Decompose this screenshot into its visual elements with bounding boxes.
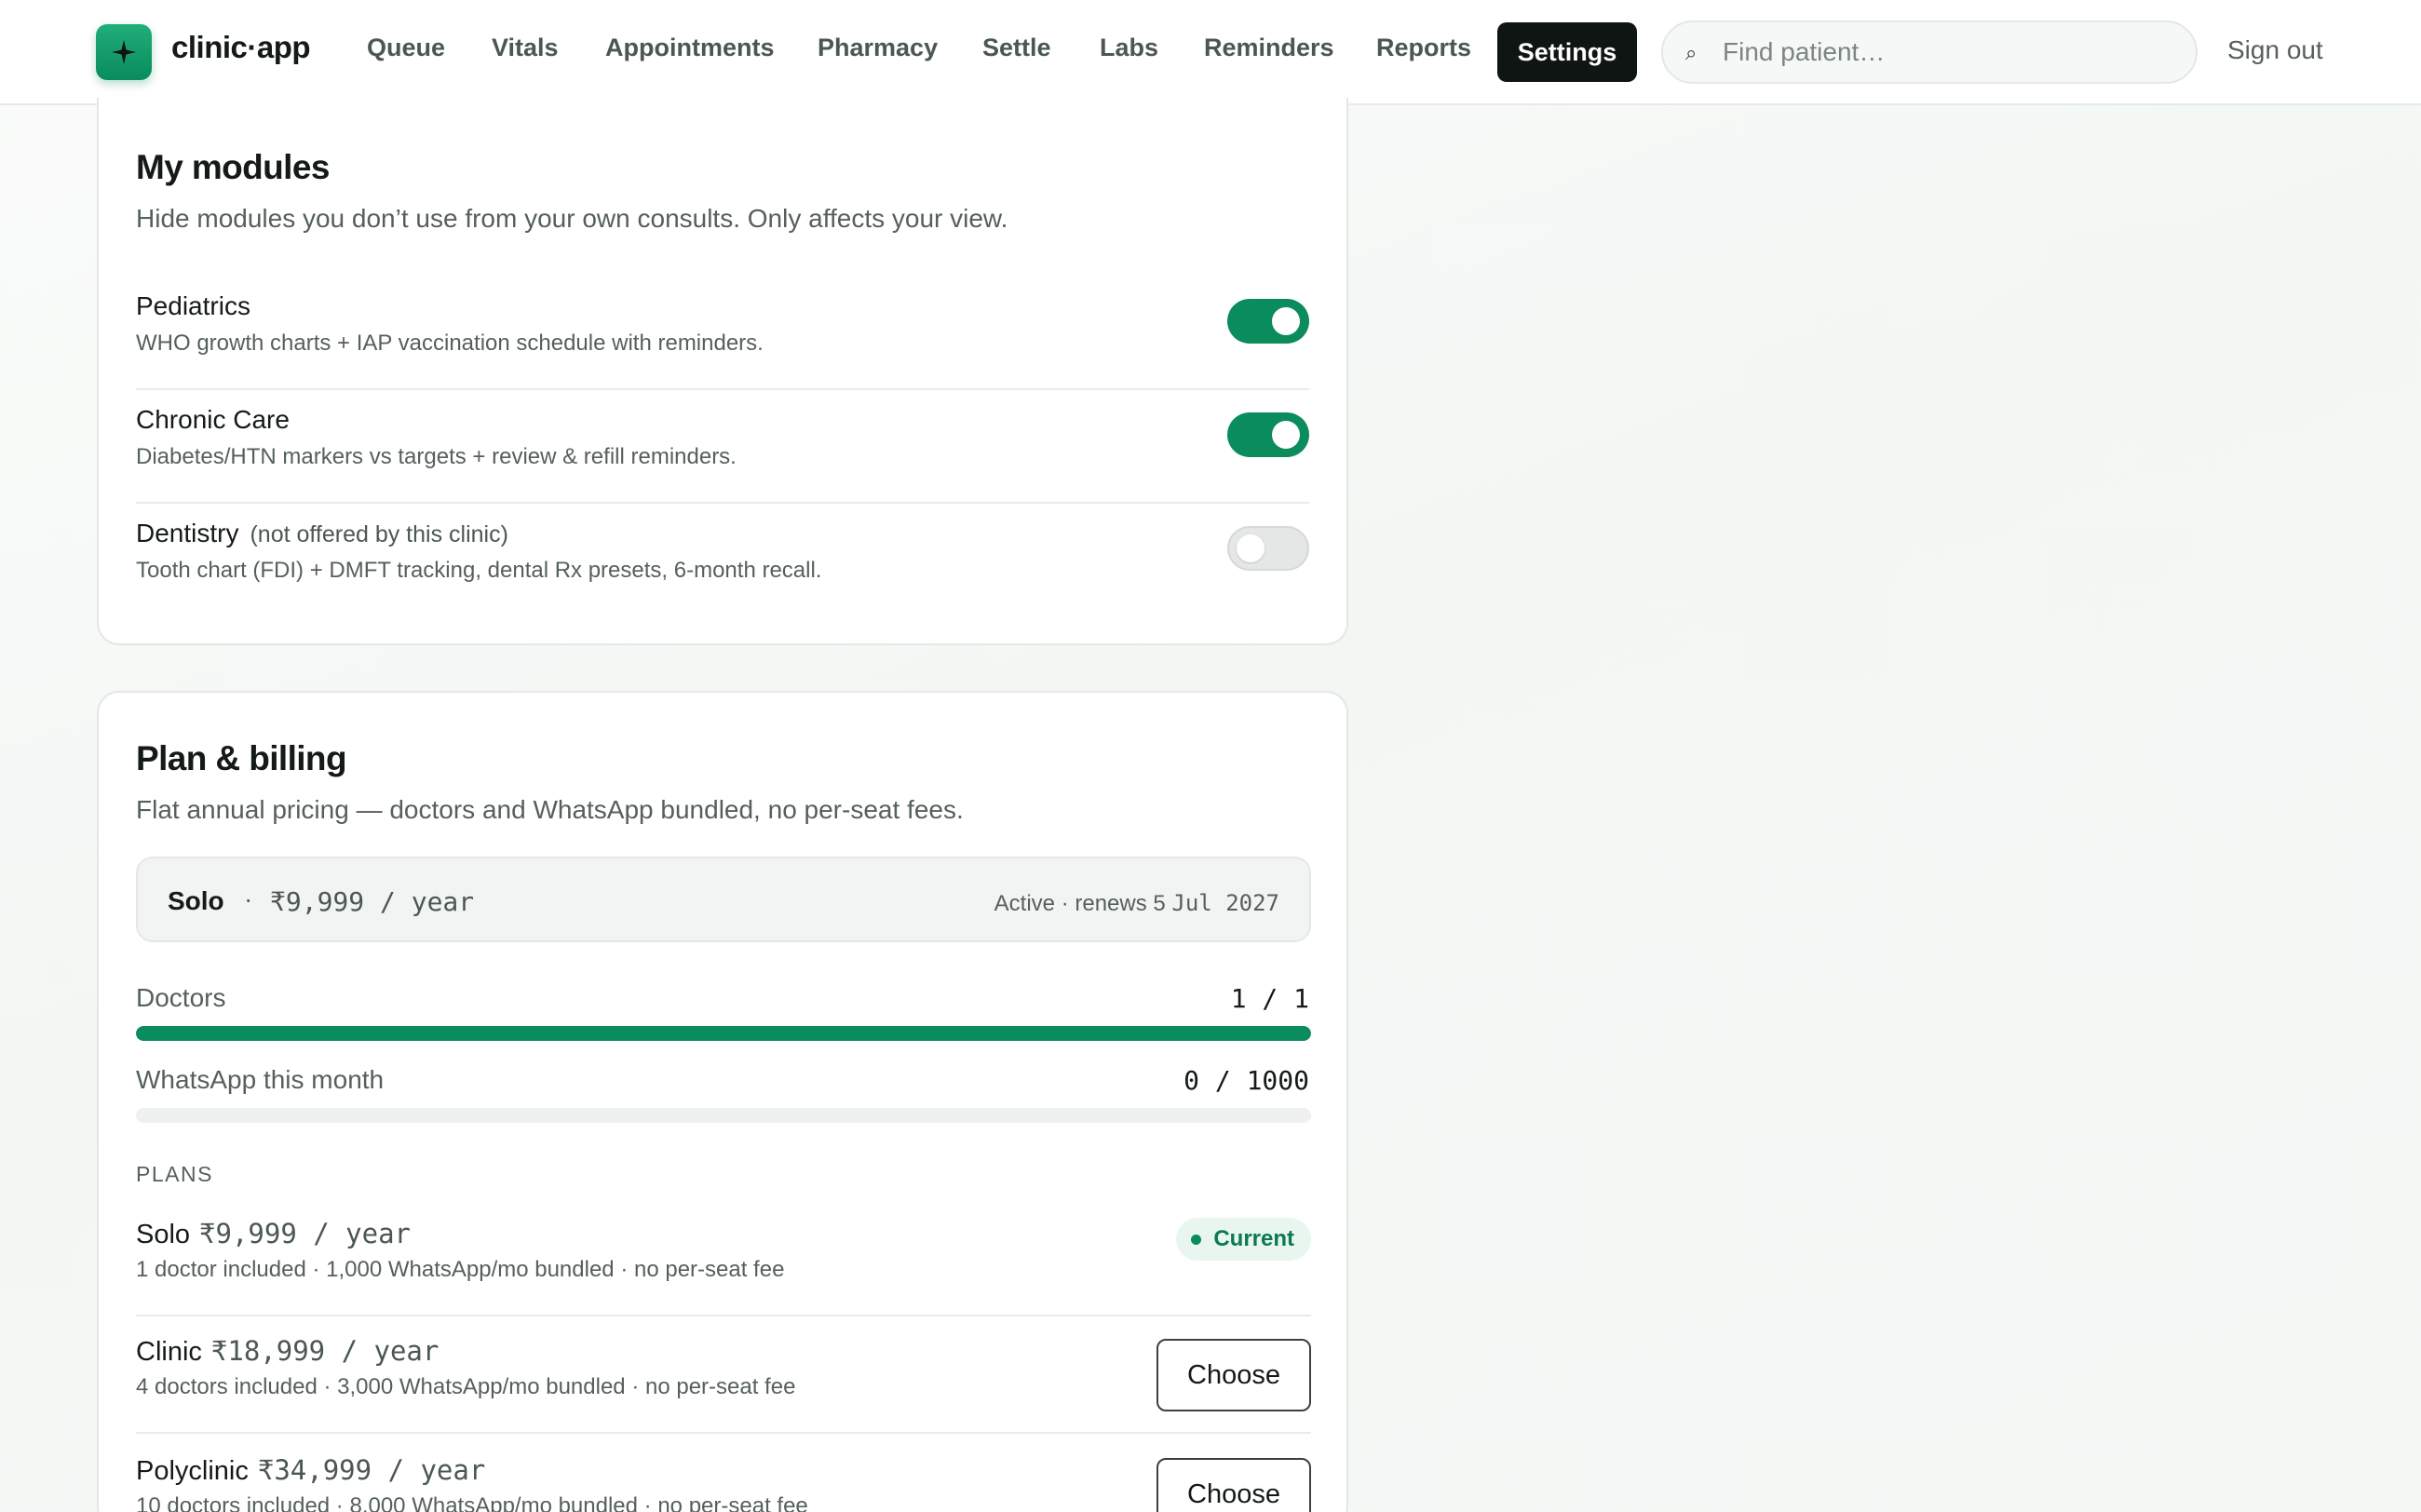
module-toggle-dentistry[interactable]: [1227, 526, 1309, 571]
nav-pharmacy[interactable]: Pharmacy: [818, 34, 938, 62]
toggle-knob: [1272, 307, 1300, 335]
module-desc: WHO growth charts + IAP vaccination sche…: [136, 331, 764, 356]
plan-price: ₹34,999 / year: [257, 1454, 486, 1486]
plan-row-clinic: Clinic ₹18,999 / year 4 doctors included …: [136, 1316, 1311, 1434]
choose-polyclinic-button[interactable]: Choose: [1156, 1458, 1311, 1512]
module-note: (not offered by this clinic): [250, 521, 508, 547]
plan-row-solo: Solo ₹9,999 / year 1 doctor included · 1,…: [136, 1199, 1311, 1316]
billing-card: Plan & billing Flat annual pricing — doc…: [97, 691, 1348, 1512]
billing-title: Plan & billing: [136, 739, 347, 777]
modules-card: My modules Hide modules you don’t use fr…: [97, 98, 1348, 645]
plan-name: Polyclinic: [136, 1456, 249, 1486]
module-toggle-pediatrics[interactable]: [1227, 299, 1309, 344]
plan-status-prefix: Active · renews 5: [994, 891, 1172, 916]
nav-reminders[interactable]: Reminders: [1204, 34, 1334, 62]
toggle-knob: [1237, 534, 1265, 562]
plan-desc: 10 doctors included · 8,000 WhatsApp/mo …: [136, 1493, 808, 1512]
patient-search[interactable]: ⌕: [1661, 20, 2198, 84]
usage-whatsapp-bar: [136, 1108, 1311, 1123]
usage-doctors-value: 1 / 1: [1230, 983, 1309, 1014]
usage-doctors-label: Doctors: [136, 983, 226, 1012]
separator-dot: ·: [244, 884, 253, 913]
search-input[interactable]: [1723, 34, 2170, 71]
current-plan-badge: Current: [1176, 1218, 1311, 1261]
badge-label: Current: [1213, 1226, 1294, 1251]
plan-price: ₹18,999 / year: [210, 1335, 440, 1367]
plan-desc: 1 doctor included · 1,000 WhatsApp/mo bu…: [136, 1257, 785, 1282]
nav-queue[interactable]: Queue: [367, 34, 445, 62]
current-plan-banner: Solo · ₹9,999 / year Active · renews 5 J…: [136, 857, 1311, 942]
toggle-knob: [1272, 421, 1300, 449]
plans-heading: PLANS: [136, 1162, 213, 1186]
nav-appointments[interactable]: Appointments: [605, 34, 775, 62]
usage-doctors-bar: [136, 1026, 1311, 1041]
module-name: Pediatrics: [136, 291, 250, 320]
sign-out-link[interactable]: Sign out: [2227, 35, 2323, 65]
module-desc: Diabetes/HTN markers vs targets + review…: [136, 444, 737, 469]
plan-row-polyclinic: Polyclinic ₹34,999 / year 10 doctors incl…: [136, 1436, 1311, 1512]
plan-renew-date: Jul 2027: [1171, 890, 1279, 916]
top-nav: clinic·app Queue Vitals Appointments Pha…: [0, 0, 2421, 105]
modules-title: My modules: [136, 148, 330, 186]
sparkle-icon: [112, 40, 136, 64]
nav-vitals[interactable]: Vitals: [492, 34, 559, 62]
module-desc: Tooth chart (FDI) + DMFT tracking, denta…: [136, 558, 822, 583]
billing-subtitle: Flat annual pricing — doctors and WhatsA…: [136, 795, 964, 824]
current-plan-name: Solo: [168, 886, 224, 915]
modules-subtitle: Hide modules you don’t use from your own…: [136, 204, 1008, 233]
plan-desc: 4 doctors included · 3,000 WhatsApp/mo b…: [136, 1374, 796, 1399]
choose-clinic-button[interactable]: Choose: [1156, 1339, 1311, 1411]
app-logo[interactable]: [96, 24, 152, 80]
nav-reports[interactable]: Reports: [1376, 34, 1471, 62]
usage-doctors-fill: [136, 1026, 1311, 1041]
usage-whatsapp-value: 0 / 1000: [1183, 1065, 1309, 1096]
app-name[interactable]: clinic·app: [171, 30, 311, 65]
nav-labs[interactable]: Labs: [1100, 34, 1158, 62]
plan-name: Solo: [136, 1220, 191, 1249]
module-row-chronic-care: Chronic Care Diabetes/HTN markers vs tar…: [136, 390, 1309, 504]
plan-status: Active · renews 5 Jul 2027: [994, 890, 1279, 917]
module-name: Dentistry: [136, 519, 239, 547]
current-plan-price: ₹9,999 / year: [270, 886, 475, 917]
usage-whatsapp-label: WhatsApp this month: [136, 1065, 385, 1094]
plan-name: Clinic: [136, 1337, 202, 1367]
nav-settings[interactable]: Settings: [1497, 22, 1637, 82]
module-toggle-chronic-care[interactable]: [1227, 412, 1309, 457]
status-dot-icon: [1191, 1235, 1202, 1245]
nav-settle[interactable]: Settle: [982, 34, 1051, 62]
module-row-dentistry: Dentistry (not offered by this clinic) To…: [136, 504, 1309, 617]
plan-price: ₹9,999 / year: [199, 1218, 412, 1249]
module-row-pediatrics: Pediatrics WHO growth charts + IAP vacci…: [136, 277, 1309, 390]
module-name: Chronic Care: [136, 405, 290, 434]
search-icon: ⌕: [1685, 41, 1697, 64]
